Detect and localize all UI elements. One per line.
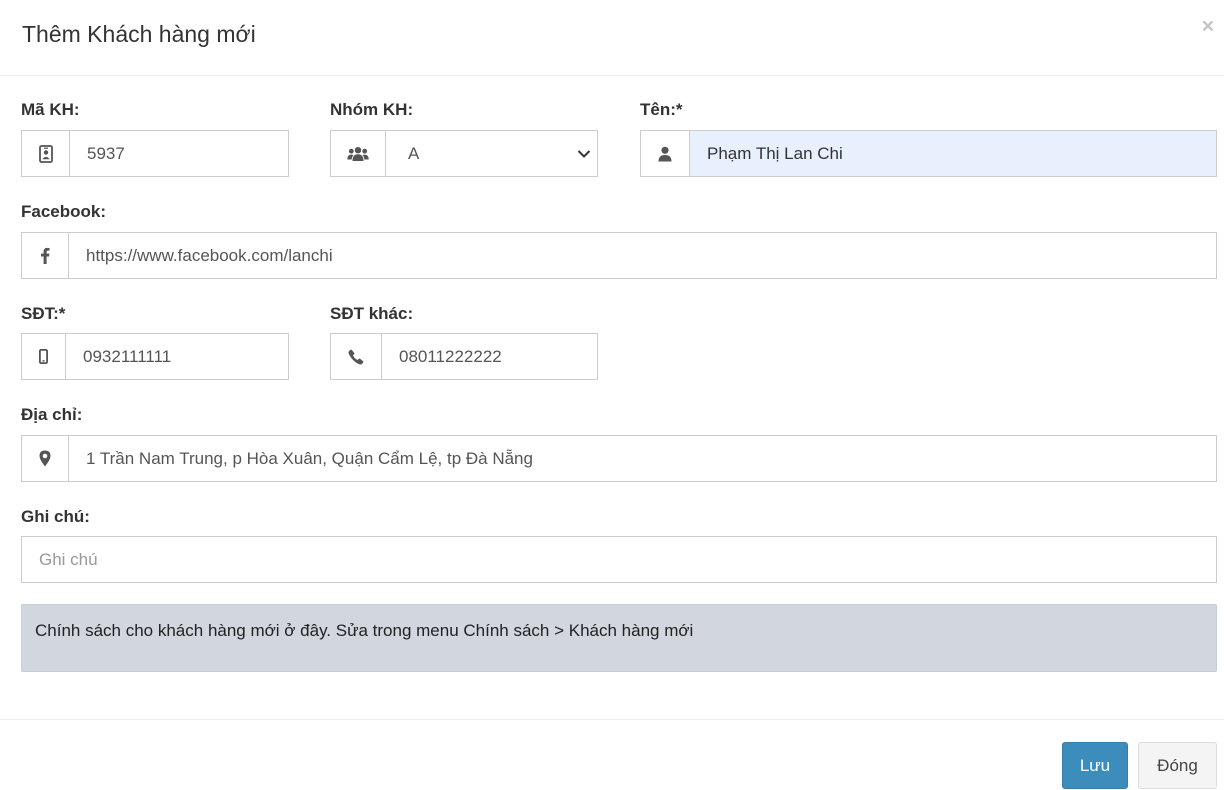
mobile-icon xyxy=(22,334,66,379)
chevron-down-icon xyxy=(577,149,591,159)
ma-kh-label: Mã KH: xyxy=(21,100,80,119)
policy-notice-text: Chính sách cho khách hàng mới ở đây. Sửa… xyxy=(35,621,694,640)
ten-input[interactable]: Phạm Thị Lan Chi xyxy=(690,131,1216,176)
sdt-input[interactable]: 0932111111 xyxy=(66,334,288,379)
facebook-group: https://www.facebook.com/lanchi xyxy=(21,232,1217,279)
id-card-icon xyxy=(22,131,70,176)
user-icon xyxy=(641,131,690,176)
sdt-group: 0932111111 xyxy=(21,333,289,380)
ten-group: Phạm Thị Lan Chi xyxy=(640,130,1217,177)
dia-chi-input[interactable]: 1 Trần Nam Trung, p Hòa Xuân, Quận Cẩm L… xyxy=(69,436,1216,481)
add-customer-modal: Thêm Khách hàng mới × Mã KH: 5937 Nhóm K… xyxy=(0,0,1224,790)
save-button[interactable]: Lưu xyxy=(1062,742,1128,789)
modal-footer: Lưu Đóng xyxy=(0,719,1224,790)
ten-label: Tên:* xyxy=(640,100,683,119)
ghi-chu-label: Ghi chú: xyxy=(21,507,90,526)
nhom-kh-label: Nhóm KH: xyxy=(330,100,414,119)
nhom-kh-group: A xyxy=(330,130,598,177)
facebook-label: Facebook: xyxy=(21,202,107,221)
ghi-chu-placeholder: Ghi chú xyxy=(39,549,98,569)
sdt-khac-label: SĐT khác: xyxy=(330,304,414,323)
ma-kh-input[interactable]: 5937 xyxy=(70,131,288,176)
dia-chi-group: 1 Trần Nam Trung, p Hòa Xuân, Quận Cẩm L… xyxy=(21,435,1217,482)
modal-header: Thêm Khách hàng mới × xyxy=(0,0,1224,76)
close-icon[interactable]: × xyxy=(1202,16,1214,37)
nhom-kh-select[interactable]: A xyxy=(386,131,597,176)
modal-title: Thêm Khách hàng mới xyxy=(22,21,256,47)
sdt-khac-group: 08011222222 xyxy=(330,333,598,380)
dia-chi-label: Địa chỉ: xyxy=(21,405,83,424)
policy-notice: Chính sách cho khách hàng mới ở đây. Sửa… xyxy=(21,604,1217,672)
phone-icon xyxy=(331,334,382,379)
sdt-label: SĐT:* xyxy=(21,304,66,323)
ghi-chu-input[interactable]: Ghi chú xyxy=(21,536,1217,583)
close-button[interactable]: Đóng xyxy=(1138,742,1217,789)
map-marker-icon xyxy=(22,436,69,481)
users-icon xyxy=(331,131,386,176)
sdt-khac-input[interactable]: 08011222222 xyxy=(382,334,597,379)
ma-kh-group: 5937 xyxy=(21,130,289,177)
facebook-icon xyxy=(22,233,69,278)
facebook-input[interactable]: https://www.facebook.com/lanchi xyxy=(69,233,1216,278)
nhom-kh-selected-value: A xyxy=(408,143,420,163)
